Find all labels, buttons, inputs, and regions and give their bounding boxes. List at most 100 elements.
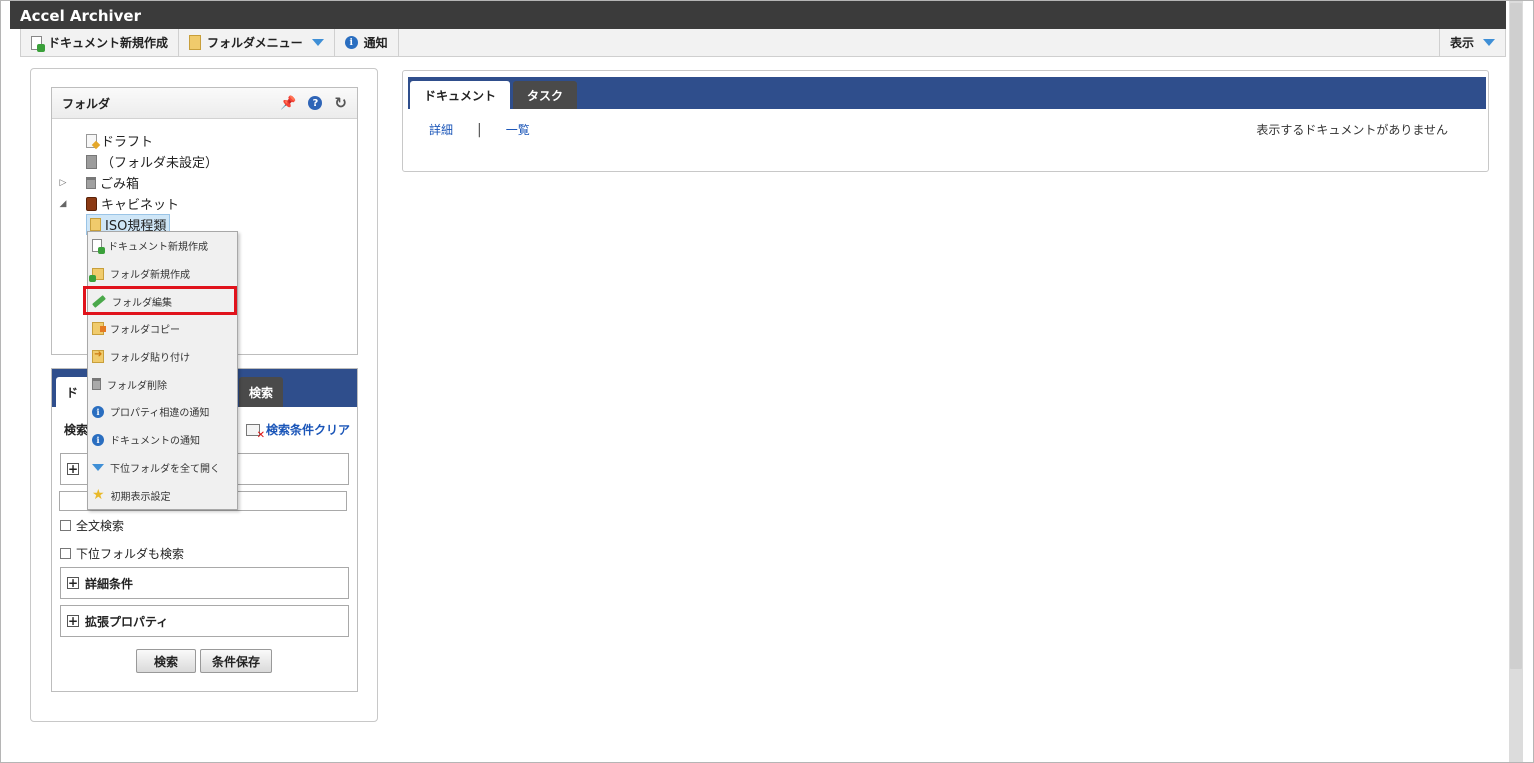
view-list-link[interactable]: 一覧: [506, 121, 530, 138]
menu-item-initial-display[interactable]: ★ 初期表示設定: [88, 481, 237, 509]
star-icon: ★: [92, 487, 105, 504]
pencil-icon: [92, 294, 106, 308]
folder-copy-icon: [92, 322, 106, 336]
app-window: Accel Archiver ドキュメント新規作成 フォルダメニュー i 通知 …: [0, 0, 1534, 763]
expand-right-icon[interactable]: ▷: [58, 178, 68, 188]
extended-properties-label: 拡張プロパティ: [85, 614, 169, 629]
menu-item-edit-folder[interactable]: フォルダ編集: [88, 287, 237, 315]
plus-icon[interactable]: +: [67, 577, 79, 589]
display-menu-button[interactable]: 表示: [1438, 29, 1505, 56]
menu-item-label: 初期表示設定: [110, 491, 171, 503]
info-icon: i: [92, 433, 104, 446]
menu-item-label: ドキュメントの通知: [110, 436, 200, 448]
subfolder-checkbox[interactable]: [60, 548, 71, 559]
folder-panel-header: フォルダ 📌 ? ↻: [52, 88, 357, 119]
new-document-label: ドキュメント新規作成: [48, 36, 169, 50]
menu-item-new-document[interactable]: ドキュメント新規作成: [88, 232, 237, 260]
tree-item-label: （フォルダ未設定）: [101, 156, 219, 171]
detail-conditions-label: 詳細条件: [85, 576, 134, 591]
menu-item-label: フォルダコピー: [110, 325, 180, 337]
toolbar: ドキュメント新規作成 フォルダメニュー i 通知 表示: [20, 29, 1506, 57]
expand-down-icon: [92, 463, 104, 471]
tree-item-cabinet[interactable]: ◢ キャビネット: [58, 193, 218, 214]
search-button[interactable]: 検索: [136, 649, 196, 673]
clear-conditions-link[interactable]: 検索条件クリア: [245, 421, 350, 441]
scrollbar-thumb[interactable]: [1510, 3, 1522, 669]
refresh-icon[interactable]: ↻: [334, 94, 347, 112]
folder-new-icon: [89, 267, 104, 282]
folder-icon: [189, 35, 202, 50]
folder-paste-icon: [92, 349, 104, 364]
clear-conditions-label: 検索条件クリア: [265, 423, 350, 437]
view-switcher: 詳細 | 一覧: [429, 121, 530, 138]
display-label: 表示: [1449, 36, 1474, 50]
notification-label: 通知: [363, 36, 388, 50]
menu-item-label: プロパティ相違の通知: [110, 408, 210, 420]
info-icon: i: [92, 405, 104, 418]
tree-item-label: キャビネット: [101, 198, 180, 213]
fulltext-checkbox-row[interactable]: 全文検索: [60, 517, 124, 534]
info-icon: i: [344, 36, 358, 49]
tree-item-trash[interactable]: ▷ ごみ箱: [58, 172, 218, 193]
cabinet-icon: [86, 196, 97, 211]
draft-icon: [86, 133, 97, 148]
extended-properties-section[interactable]: + 拡張プロパティ: [60, 605, 349, 637]
document-new-icon: [92, 239, 105, 255]
tree-item-unassigned[interactable]: （フォルダ未設定）: [58, 151, 218, 172]
tree-item-draft[interactable]: ドラフト: [58, 130, 218, 151]
folder-tree: ドラフト （フォルダ未設定） ▷ ごみ箱 ◢ キャビネット ISO規程類: [58, 130, 218, 235]
collapse-down-icon[interactable]: ◢: [58, 199, 68, 209]
notification-button[interactable]: i 通知: [335, 29, 399, 56]
menu-item-delete-folder[interactable]: フォルダ削除: [88, 370, 237, 398]
folder-icon: [90, 218, 101, 231]
tab-task[interactable]: タスク: [513, 81, 578, 109]
view-separator: |: [477, 121, 482, 138]
view-detail-link[interactable]: 詳細: [429, 121, 453, 138]
pin-icon[interactable]: 📌: [280, 96, 296, 111]
detail-conditions-section[interactable]: + 詳細条件: [60, 567, 349, 599]
menu-item-paste-folder[interactable]: フォルダ貼り付け: [88, 343, 237, 371]
tab-label: ド: [66, 385, 79, 400]
subfolder-label: 下位フォルダも検索: [76, 547, 185, 561]
empty-message: 表示するドキュメントがありません: [1256, 123, 1448, 137]
chevron-down-icon: [1483, 39, 1495, 46]
folder-context-menu: ドキュメント新規作成 フォルダ新規作成 フォルダ編集 フォルダコピー フォルダ貼…: [87, 231, 238, 510]
tree-item-label: ごみ箱: [100, 177, 140, 192]
search-label: 検索: [64, 423, 89, 437]
save-conditions-button[interactable]: 条件保存: [200, 649, 272, 673]
menu-item-label: フォルダ貼り付け: [110, 353, 190, 365]
menu-item-expand-all[interactable]: 下位フォルダを全て開く: [88, 454, 237, 482]
menu-item-label: フォルダ削除: [107, 380, 167, 392]
menu-item-label: ドキュメント新規作成: [108, 242, 208, 254]
menu-item-label: フォルダ編集: [112, 297, 172, 309]
new-document-button[interactable]: ドキュメント新規作成: [21, 29, 180, 56]
tree-item-label: ドラフト: [101, 135, 154, 150]
plus-icon[interactable]: +: [67, 463, 79, 475]
menu-item-label: 下位フォルダを全て開く: [110, 463, 220, 475]
menu-item-document-notify[interactable]: i ドキュメントの通知: [88, 426, 237, 454]
menu-item-copy-folder[interactable]: フォルダコピー: [88, 315, 237, 343]
folder-menu-label: フォルダメニュー: [207, 36, 303, 50]
menu-item-label: フォルダ新規作成: [110, 270, 190, 282]
fulltext-checkbox[interactable]: [60, 520, 71, 531]
folder-panel-title: フォルダ: [62, 96, 111, 111]
clear-icon: [245, 423, 265, 441]
tab-label: 検索: [249, 385, 274, 400]
tab-document[interactable]: ドキュメント: [410, 81, 511, 109]
folder-menu-button[interactable]: フォルダメニュー: [179, 29, 335, 56]
document-tabs: ドキュメント タスク: [408, 77, 1486, 109]
subfolder-checkbox-row[interactable]: 下位フォルダも検索: [60, 545, 184, 562]
trash-icon: [86, 176, 96, 189]
menu-item-new-folder[interactable]: フォルダ新規作成: [88, 260, 237, 288]
app-title: Accel Archiver: [10, 1, 1506, 29]
tab-search[interactable]: 検索: [239, 377, 284, 407]
fulltext-label: 全文検索: [76, 519, 125, 533]
document-panel: ドキュメント タスク 詳細 | 一覧 表示するドキュメントがありません: [402, 70, 1489, 172]
trash-icon: [92, 378, 101, 391]
document-new-icon: [31, 35, 45, 52]
plus-icon[interactable]: +: [67, 615, 79, 627]
menu-item-property-notify[interactable]: i プロパティ相違の通知: [88, 398, 237, 426]
document-icon: [86, 154, 97, 169]
chevron-down-icon: [311, 39, 324, 46]
help-icon[interactable]: ?: [308, 96, 323, 110]
